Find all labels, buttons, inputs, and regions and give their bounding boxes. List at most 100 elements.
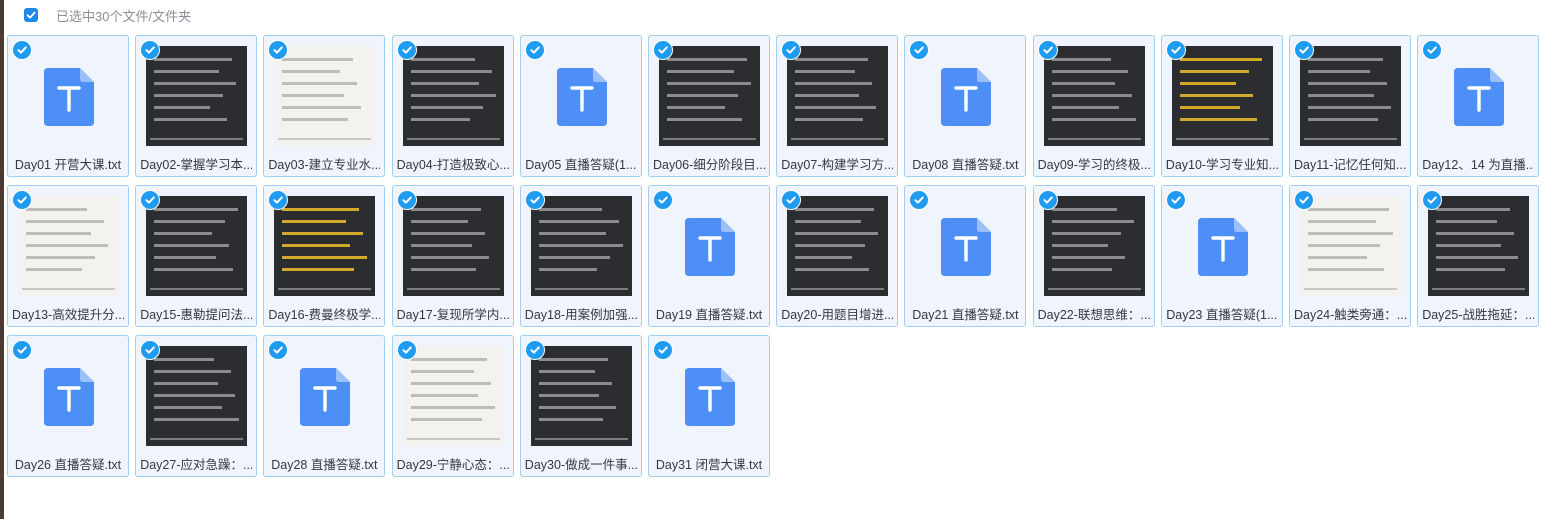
selected-check-icon[interactable] (268, 340, 289, 360)
file-name: Day15-惠勒提问法... (140, 308, 253, 322)
file-name: Day18-用案例加强... (524, 308, 637, 322)
file-name: Day24-触类旁通：... (1294, 308, 1406, 322)
file-name: Day03-建立专业水... (268, 158, 381, 172)
file-card[interactable]: Day26 直播答疑.txt (7, 335, 129, 477)
file-name: Day21 直播答疑.txt (912, 308, 1019, 322)
selected-check-icon[interactable] (653, 190, 673, 210)
file-card[interactable]: Day25-战胜拖延：... (1417, 185, 1540, 327)
image-thumbnail (274, 46, 376, 146)
file-name: Day04-打造极致心... (396, 158, 509, 172)
file-card[interactable]: Day23 直播答疑(1... (1160, 185, 1283, 327)
file-name: Day23 直播答疑(1... (1166, 308, 1278, 322)
file-card[interactable]: Day02-掌握学习本... (135, 35, 258, 177)
check-icon (26, 11, 36, 19)
selected-check-icon[interactable] (524, 190, 545, 210)
image-thumbnail (402, 196, 504, 296)
selected-check-icon[interactable] (12, 340, 32, 360)
image-thumbnail (530, 196, 632, 296)
selected-check-icon[interactable] (12, 190, 32, 210)
file-card[interactable]: Day22-联想思维：... (1032, 185, 1155, 327)
image-thumbnail (659, 46, 760, 146)
file-card[interactable]: Day28 直播答疑.txt (263, 335, 386, 477)
file-card[interactable]: Day09-学习的终极... (1032, 35, 1155, 177)
image-thumbnail (402, 46, 504, 146)
selected-check-icon[interactable] (396, 340, 417, 360)
file-card[interactable]: Day24-触类旁通：... (1289, 185, 1411, 327)
text-file-icon (941, 218, 992, 276)
image-thumbnail (1043, 196, 1145, 296)
file-card[interactable]: Day19 直播答疑.txt (648, 185, 770, 327)
file-name: Day11-记忆任何知... (1294, 158, 1406, 172)
file-name: Day02-掌握学习本... (140, 158, 253, 172)
image-thumbnail (787, 196, 889, 296)
selected-check-icon[interactable] (1037, 40, 1058, 60)
selected-check-icon[interactable] (909, 190, 930, 210)
file-card[interactable]: Day05 直播答疑(1... (519, 35, 642, 177)
image-thumbnail (146, 346, 248, 446)
file-card[interactable]: Day15-惠勒提问法... (135, 185, 258, 327)
selected-check-icon[interactable] (396, 40, 417, 60)
select-all-checkbox[interactable] (24, 8, 38, 22)
file-card[interactable]: Day03-建立专业水... (263, 35, 386, 177)
file-card[interactable]: Day16-费曼终极学... (263, 185, 386, 327)
file-name: Day05 直播答疑(1... (525, 158, 637, 172)
file-name: Day20-用题目增进... (781, 308, 894, 322)
selected-check-icon[interactable] (396, 190, 417, 210)
selected-check-icon[interactable] (1422, 40, 1443, 60)
file-name: Day22-联想思维：... (1037, 308, 1150, 322)
file-card[interactable]: Day11-记忆任何知... (1289, 35, 1411, 177)
file-name: Day30-做成一件事... (524, 458, 637, 472)
selected-check-icon[interactable] (653, 40, 673, 60)
selected-check-icon[interactable] (1037, 190, 1058, 210)
file-card[interactable]: Day31 闭营大课.txt (648, 335, 770, 477)
file-card[interactable]: Day27-应对急躁：... (135, 335, 258, 477)
image-thumbnail (1043, 46, 1145, 146)
image-thumbnail (1300, 196, 1401, 296)
selected-check-icon[interactable] (524, 40, 545, 60)
selected-count-label: 已选中30个文件/文件夹 (56, 8, 192, 24)
text-file-icon (1454, 68, 1505, 126)
file-card[interactable]: Day29-宁静心态：... (391, 335, 514, 477)
file-name: Day12、14 为直播... (1422, 158, 1535, 172)
file-name: Day06-细分阶段目... (653, 158, 765, 172)
file-card[interactable]: Day06-细分阶段目... (648, 35, 770, 177)
image-thumbnail (1428, 196, 1530, 296)
file-card[interactable]: Day20-用题目增进... (776, 185, 899, 327)
selected-check-icon[interactable] (12, 40, 32, 60)
selected-check-icon[interactable] (653, 340, 673, 360)
selected-check-icon[interactable] (1165, 40, 1186, 60)
file-card[interactable]: Day17-复现所学内... (391, 185, 514, 327)
image-thumbnail (146, 46, 248, 146)
file-card[interactable]: Day21 直播答疑.txt (904, 185, 1027, 327)
text-file-icon (1197, 218, 1248, 276)
selected-check-icon[interactable] (1294, 40, 1314, 60)
file-name: Day28 直播答疑.txt (271, 458, 378, 472)
window-edge (0, 0, 4, 519)
selected-check-icon[interactable] (909, 40, 930, 60)
image-thumbnail (18, 196, 119, 296)
file-name: Day16-费曼终极学... (268, 308, 381, 322)
image-thumbnail (1171, 46, 1273, 146)
image-thumbnail (530, 346, 632, 446)
text-file-icon (556, 68, 607, 126)
file-card[interactable]: Day07-构建学习方... (776, 35, 899, 177)
selected-check-icon[interactable] (1165, 190, 1186, 210)
file-name: Day29-宁静心态：... (396, 458, 509, 472)
file-card[interactable]: Day01 开营大课.txt (7, 35, 129, 177)
file-card[interactable]: Day04-打造极致心... (391, 35, 514, 177)
image-thumbnail (787, 46, 889, 146)
file-card[interactable]: Day10-学习专业知... (1160, 35, 1283, 177)
file-name: Day17-复现所学内... (396, 308, 509, 322)
text-file-icon (44, 368, 94, 426)
text-file-icon (685, 368, 735, 426)
file-card[interactable]: Day18-用案例加强... (519, 185, 642, 327)
selected-check-icon[interactable] (524, 340, 545, 360)
file-card[interactable]: Day13-高效提升分... (7, 185, 129, 327)
file-card[interactable]: Day12、14 为直播... (1417, 35, 1540, 177)
file-name: Day31 闭营大课.txt (655, 458, 763, 472)
file-card[interactable]: Day30-做成一件事... (519, 335, 642, 477)
file-name: Day19 直播答疑.txt (655, 308, 763, 322)
selected-check-icon[interactable] (1294, 190, 1314, 210)
file-card[interactable]: Day08 直播答疑.txt (904, 35, 1027, 177)
file-name: Day10-学习专业知... (1165, 158, 1278, 172)
